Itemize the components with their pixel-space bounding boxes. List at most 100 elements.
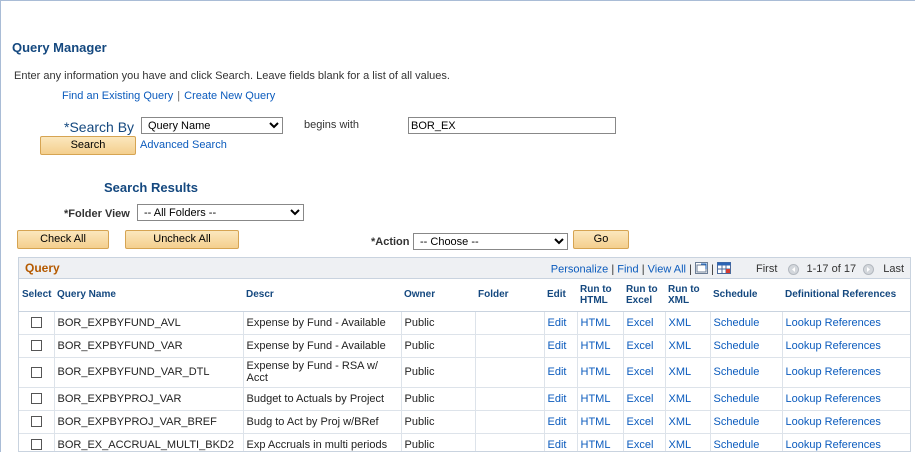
descr-cell: Expense by Fund - Available (243, 334, 402, 358)
table-row: BOR_EXPBYFUND_VAR Expense by Fund - Avai… (19, 334, 910, 358)
operator-label: begins with (304, 119, 360, 131)
query-name-cell: BOR_EXPBYPROJ_VAR (54, 387, 244, 411)
schedule-link[interactable]: Schedule (710, 387, 783, 411)
query-name-cell: BOR_EXPBYFUND_VAR_DTL (54, 357, 244, 388)
find-existing-query-link[interactable]: Find an Existing Query (62, 90, 173, 102)
go-button[interactable]: Go (573, 230, 629, 249)
descr-cell: Exp Accruals in multi periods (243, 433, 402, 451)
grid-title: Query (25, 261, 60, 275)
run-xml-link[interactable]: XML (665, 410, 711, 434)
run-excel-link[interactable]: Excel (623, 334, 666, 358)
col-run-excel: Run to Excel (623, 279, 665, 312)
row-select-checkbox[interactable] (30, 366, 42, 378)
col-folder[interactable]: Folder (475, 279, 544, 312)
col-owner[interactable]: Owner (401, 279, 475, 312)
run-xml-link[interactable]: XML (665, 311, 711, 335)
col-descr[interactable]: Descr (243, 279, 401, 312)
next-page-icon[interactable] (863, 264, 875, 275)
lookup-references-link[interactable]: Lookup References (782, 433, 910, 451)
run-html-link[interactable]: HTML (577, 410, 624, 434)
descr-cell: Expense by Fund - Available (243, 311, 402, 335)
run-html-link[interactable]: HTML (577, 311, 624, 335)
schedule-link[interactable]: Schedule (710, 311, 783, 335)
run-excel-link[interactable]: Excel (623, 410, 666, 434)
edit-link[interactable]: Edit (544, 311, 578, 335)
link-separator: | (177, 90, 181, 102)
uncheck-all-button[interactable]: Uncheck All (125, 230, 239, 249)
folder-view-label: *Folder View (64, 208, 130, 220)
run-xml-link[interactable]: XML (665, 357, 711, 388)
grid-header-bar: Query Personalize | Find | View All | | … (19, 258, 910, 279)
edit-link[interactable]: Edit (544, 410, 578, 434)
query-name-cell: BOR_EX_ACCRUAL_MULTI_BKD2 (54, 433, 244, 451)
download-excel-icon[interactable] (716, 262, 731, 277)
page-title: Query Manager (12, 40, 107, 55)
create-new-query-link[interactable]: Create New Query (184, 90, 275, 102)
run-excel-link[interactable]: Excel (623, 387, 666, 411)
lookup-references-link[interactable]: Lookup References (782, 311, 910, 335)
query-name-cell: BOR_EXPBYFUND_AVL (54, 311, 244, 335)
folder-cell (475, 334, 545, 358)
row-select-checkbox[interactable] (30, 439, 42, 451)
owner-cell: Public (401, 334, 476, 358)
search-results-title: Search Results (104, 180, 198, 195)
row-select-checkbox[interactable] (30, 416, 42, 428)
folder-cell (475, 311, 545, 335)
folder-cell (475, 387, 545, 411)
first-label: First (756, 263, 778, 276)
run-excel-link[interactable]: Excel (623, 433, 666, 451)
row-select-checkbox[interactable] (30, 393, 42, 405)
row-select-checkbox[interactable] (30, 317, 42, 329)
run-excel-link[interactable]: Excel (623, 311, 666, 335)
run-html-link[interactable]: HTML (577, 387, 624, 411)
view-all-link[interactable]: View All (648, 263, 686, 275)
personalize-link[interactable]: Personalize (551, 263, 608, 275)
schedule-link[interactable]: Schedule (710, 410, 783, 434)
folder-cell (475, 433, 545, 451)
find-link[interactable]: Find (617, 263, 638, 275)
run-html-link[interactable]: HTML (577, 433, 624, 451)
lookup-references-link[interactable]: Lookup References (782, 334, 910, 358)
top-border (0, 0, 915, 1)
col-select: Select (19, 279, 54, 312)
run-html-link[interactable]: HTML (577, 334, 624, 358)
lookup-references-link[interactable]: Lookup References (782, 357, 910, 388)
folder-view-select[interactable]: -- All Folders -- (137, 204, 304, 221)
run-xml-link[interactable]: XML (665, 334, 711, 358)
search-by-select[interactable]: Query Name (141, 117, 283, 134)
run-xml-link[interactable]: XML (665, 433, 711, 451)
previous-page-icon[interactable] (788, 264, 800, 275)
col-run-html: Run to HTML (577, 279, 623, 312)
search-button[interactable]: Search (40, 136, 136, 155)
run-excel-link[interactable]: Excel (623, 357, 666, 388)
schedule-link[interactable]: Schedule (710, 334, 783, 358)
run-xml-link[interactable]: XML (665, 387, 711, 411)
col-definitional-references: Definitional References (782, 279, 910, 312)
lookup-references-link[interactable]: Lookup References (782, 410, 910, 434)
check-all-button[interactable]: Check All (17, 230, 109, 249)
table-row: BOR_EX_ACCRUAL_MULTI_BKD2 Exp Accruals i… (19, 433, 910, 451)
schedule-link[interactable]: Schedule (710, 357, 783, 388)
zoom-grid-icon[interactable] (694, 262, 708, 277)
last-label: Last (883, 263, 904, 276)
schedule-link[interactable]: Schedule (710, 433, 783, 451)
search-value-input[interactable] (408, 117, 616, 134)
run-html-link[interactable]: HTML (577, 357, 624, 388)
descr-cell: Budget to Actuals by Project (243, 387, 402, 411)
edit-link[interactable]: Edit (544, 387, 578, 411)
owner-cell: Public (401, 387, 476, 411)
edit-link[interactable]: Edit (544, 334, 578, 358)
lookup-references-link[interactable]: Lookup References (782, 387, 910, 411)
col-edit: Edit (544, 279, 577, 312)
query-name-cell: BOR_EXPBYFUND_VAR (54, 334, 244, 358)
advanced-search-link[interactable]: Advanced Search (140, 139, 227, 151)
query-results-grid: Query Personalize | Find | View All | | … (18, 257, 911, 452)
row-select-checkbox[interactable] (30, 340, 42, 352)
descr-cell: Budg to Act by Proj w/BRef (243, 410, 402, 434)
table-header-row: Select Query Name Descr Owner Folder Edi… (19, 279, 910, 312)
action-select[interactable]: -- Choose -- (413, 233, 568, 250)
query-name-cell: BOR_EXPBYPROJ_VAR_BREF (54, 410, 244, 434)
edit-link[interactable]: Edit (544, 357, 578, 388)
col-query-name[interactable]: Query Name (54, 279, 243, 312)
edit-link[interactable]: Edit (544, 433, 578, 451)
